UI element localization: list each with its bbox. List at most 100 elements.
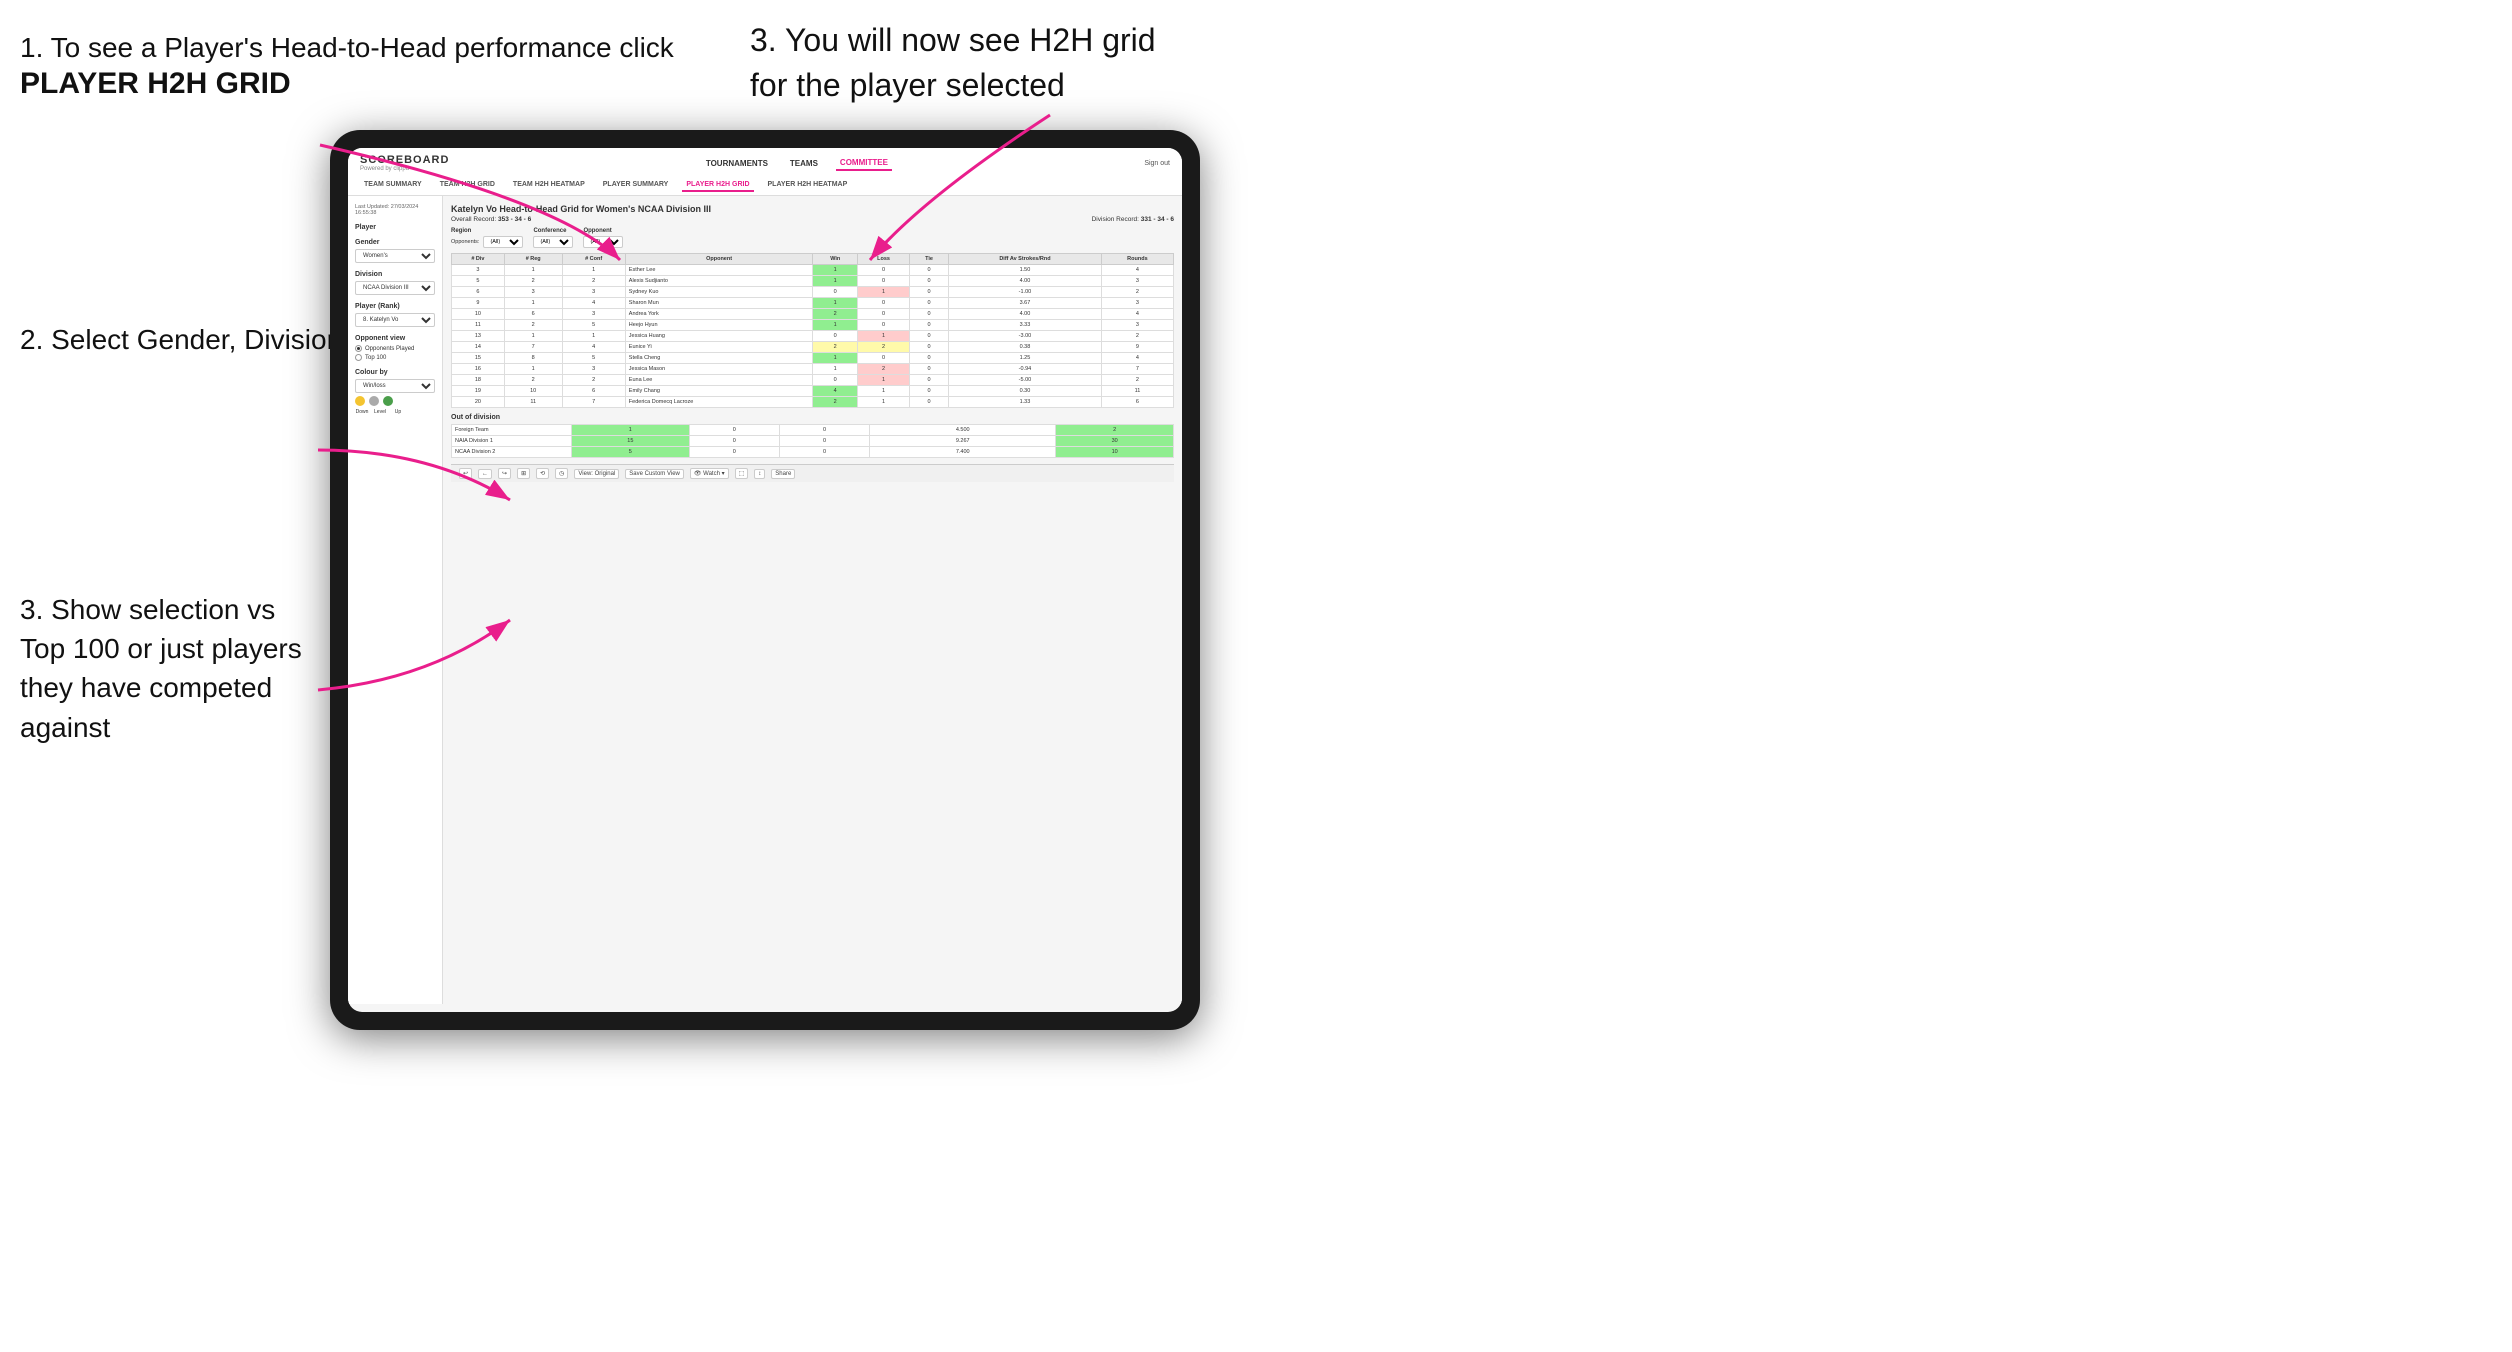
ood-cell-rounds: 2 [1056,425,1174,436]
ood-cell-diff: 4.500 [870,425,1056,436]
sub-nav-team-h2h-grid[interactable]: TEAM H2H GRID [436,179,499,192]
ood-cell-diff: 7.400 [870,447,1056,458]
player-label: Player [355,224,435,231]
cell-div: 6 [452,287,505,298]
toolbar-view-original[interactable]: View: Original [574,469,619,479]
opponent-view-label: Opponent view [355,335,435,342]
cell-win: 0 [813,287,858,298]
cell-rounds: 3 [1101,298,1173,309]
cell-diff: -3.00 [949,331,1102,342]
instruction-1: 1. To see a Player's Head-to-Head perfor… [20,28,674,101]
cell-div: 5 [452,276,505,287]
cell-loss: 2 [858,364,910,375]
nav-sign-out[interactable]: Sign out [1144,160,1170,167]
cell-opponent: Federica Domecq Lacroze [625,397,813,408]
sub-nav-team-summary[interactable]: TEAM SUMMARY [360,179,426,192]
ood-cell-opponent: Foreign Team [452,425,572,436]
toolbar-refresh[interactable]: ⟲ [536,468,549,479]
opponents-label: Opponents: [451,239,479,245]
cell-diff: 1.50 [949,265,1102,276]
cell-conf: 4 [562,342,625,353]
cell-tie: 0 [910,320,949,331]
table-row: 13 1 1 Jessica Huang 0 1 0 -3.00 2 [452,331,1174,342]
cell-loss: 1 [858,287,910,298]
player-rank-select[interactable]: 8. Katelyn Vo [355,313,435,327]
colour-down [355,396,365,406]
table-row: 6 3 3 Sydney Kuo 0 1 0 -1.00 2 [452,287,1174,298]
cell-tie: 0 [910,375,949,386]
cell-opponent: Sydney Kuo [625,287,813,298]
toolbar-redo[interactable]: ↪ [498,468,511,479]
cell-diff: -0.94 [949,364,1102,375]
cell-rounds: 4 [1101,353,1173,364]
powered-by: Powered by clippd [360,166,449,172]
cell-tie: 0 [910,386,949,397]
cell-div: 9 [452,298,505,309]
toolbar-undo[interactable]: ↩ [459,468,472,479]
ood-table-row: Foreign Team 1 0 0 4.500 2 [452,425,1174,436]
nav-teams[interactable]: TEAMS [786,157,822,170]
nav-committee[interactable]: COMMITTEE [836,156,892,171]
tablet-screen: SCOREBOARD Powered by clippd TOURNAMENTS… [348,148,1182,1012]
col-loss: Loss [858,254,910,265]
sub-nav-player-h2h-heatmap[interactable]: PLAYER H2H HEATMAP [764,179,852,192]
cell-reg: 6 [504,309,562,320]
cell-tie: 0 [910,353,949,364]
ood-cell-diff: 9.267 [870,436,1056,447]
opponent-select[interactable]: (All) [583,236,623,248]
col-conf: # Conf [562,254,625,265]
sub-nav-player-summary[interactable]: PLAYER SUMMARY [599,179,673,192]
cell-conf: 1 [562,265,625,276]
toolbar-grid[interactable]: ⊞ [517,468,530,479]
filter-section: Region Opponents: (All) Conference (All)… [451,228,1174,248]
instruction-3-left: 3. Show selection vs Top 100 or just pla… [20,590,320,747]
cell-opponent: Emily Chang [625,386,813,397]
sub-nav-team-h2h-heatmap[interactable]: TEAM H2H HEATMAP [509,179,589,192]
cell-opponent: Esther Lee [625,265,813,276]
cell-reg: 1 [504,331,562,342]
records-row: Overall Record: 353 - 34 - 6 Division Re… [451,216,1174,223]
colour-by-select[interactable]: Win/loss [355,379,435,393]
division-select[interactable]: NCAA Division III [355,281,435,295]
table-row: 5 2 2 Alexis Sudjianto 1 0 0 4.00 3 [452,276,1174,287]
toolbar-resize[interactable]: ↕ [754,469,765,479]
radio-opponents-played[interactable]: Opponents Played [355,345,435,352]
nav-tournaments[interactable]: TOURNAMENTS [702,157,772,170]
cell-reg: 2 [504,276,562,287]
ood-cell-opponent: NCAA Division 2 [452,447,572,458]
toolbar-back[interactable]: ← [478,469,492,479]
cell-loss: 0 [858,265,910,276]
h2h-title: Katelyn Vo Head-to-Head Grid for Women's… [451,204,1174,214]
cell-rounds: 4 [1101,309,1173,320]
conference-select[interactable]: (All) [533,236,573,248]
toolbar-export[interactable]: ⬚ [735,468,749,479]
main-table: # Div # Reg # Conf Opponent Win Loss Tie… [451,253,1174,408]
cell-opponent: Jessica Huang [625,331,813,342]
cell-conf: 2 [562,276,625,287]
cell-div: 19 [452,386,505,397]
sub-nav-player-h2h-grid[interactable]: PLAYER H2H GRID [682,179,753,192]
logo-text: SCOREBOARD [360,154,449,166]
toolbar-share[interactable]: Share [771,469,795,479]
cell-conf: 3 [562,364,625,375]
instruction-3-right: 3. You will now see H2H grid for the pla… [750,18,1156,108]
cell-diff: 4.00 [949,276,1102,287]
sub-nav: TEAM SUMMARY TEAM H2H GRID TEAM H2H HEAT… [360,176,1170,195]
ood-table-row: NCAA Division 2 5 0 0 7.400 10 [452,447,1174,458]
colour-level [369,396,379,406]
cell-conf: 3 [562,287,625,298]
cell-win: 1 [813,364,858,375]
cell-rounds: 2 [1101,375,1173,386]
cell-div: 14 [452,342,505,353]
radio-top-100[interactable]: Top 100 [355,354,435,361]
toolbar-save-custom[interactable]: Save Custom View [625,469,684,479]
opponents-select[interactable]: (All) [483,236,523,248]
toolbar-timer[interactable]: ◷ [555,468,568,479]
cell-rounds: 9 [1101,342,1173,353]
cell-tie: 0 [910,331,949,342]
gender-select[interactable]: Women's [355,249,435,263]
cell-rounds: 6 [1101,397,1173,408]
toolbar-watch[interactable]: 👁 Watch ▾ [690,468,729,479]
cell-reg: 2 [504,375,562,386]
cell-win: 2 [813,397,858,408]
